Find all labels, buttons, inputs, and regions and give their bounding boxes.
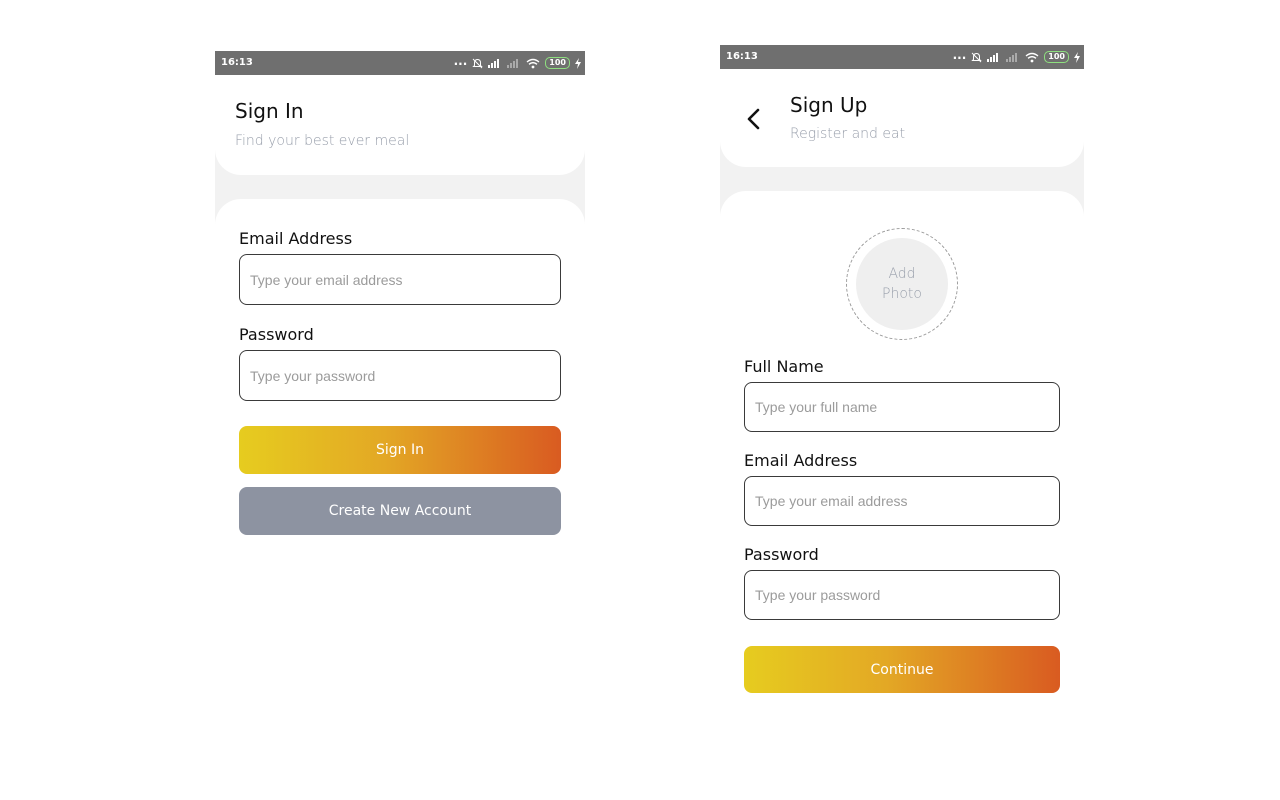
wifi-icon xyxy=(526,58,540,69)
add-photo-text-line1: Add xyxy=(888,266,916,282)
alarm-off-icon xyxy=(472,58,484,69)
add-photo-text-line2: Photo xyxy=(882,286,922,302)
email-label: Email Address xyxy=(744,451,858,470)
form-card: Add Photo Full Name Email Address Passwo… xyxy=(720,191,1084,725)
password-label: Password xyxy=(744,545,819,564)
status-icons: ... 100 xyxy=(453,54,581,70)
page-subtitle: Find your best ever meal xyxy=(235,133,410,149)
form-card: Email Address Password Sign In Create Ne… xyxy=(215,199,585,551)
page-title: Sign Up xyxy=(790,93,868,117)
sign-in-button[interactable]: Sign In xyxy=(239,426,561,474)
alarm-off-icon xyxy=(971,52,983,63)
battery-icon: 100 xyxy=(545,57,570,69)
create-account-button[interactable]: Create New Account xyxy=(239,487,561,535)
add-photo-button[interactable]: Add Photo xyxy=(856,238,948,330)
email-field[interactable] xyxy=(744,476,1060,526)
status-time: 16:13 xyxy=(221,57,253,68)
signal-icon xyxy=(488,58,502,68)
header: Sign In Find your best ever meal xyxy=(215,75,585,175)
password-field[interactable] xyxy=(239,350,561,401)
more-dots-icon: ... xyxy=(952,48,967,62)
password-field[interactable] xyxy=(744,570,1060,620)
charging-bolt-icon xyxy=(1074,51,1080,63)
more-dots-icon: ... xyxy=(453,54,468,68)
signin-screen: 16:13 ... 100 Sign In Find your best eve… xyxy=(215,51,585,551)
signal-secondary-icon xyxy=(1006,52,1020,62)
email-field[interactable] xyxy=(239,254,561,305)
full-name-field[interactable] xyxy=(744,382,1060,432)
page-title: Sign In xyxy=(235,99,304,123)
signup-screen: 16:13 ... 100 Sign Up Register and eat A… xyxy=(720,45,1084,725)
header: Sign Up Register and eat xyxy=(720,69,1084,167)
wifi-icon xyxy=(1025,52,1039,63)
battery-icon: 100 xyxy=(1044,51,1069,63)
status-icons: ... 100 xyxy=(952,48,1080,64)
full-name-label: Full Name xyxy=(744,357,824,376)
status-bar: 16:13 ... 100 xyxy=(215,51,585,75)
signal-icon xyxy=(987,52,1001,62)
signal-secondary-icon xyxy=(507,58,521,68)
password-label: Password xyxy=(239,325,314,344)
page-subtitle: Register and eat xyxy=(790,126,906,142)
charging-bolt-icon xyxy=(575,57,581,69)
back-arrow-icon[interactable] xyxy=(744,107,764,131)
email-label: Email Address xyxy=(239,229,353,248)
continue-button[interactable]: Continue xyxy=(744,646,1060,693)
status-bar: 16:13 ... 100 xyxy=(720,45,1084,69)
status-time: 16:13 xyxy=(726,51,758,62)
